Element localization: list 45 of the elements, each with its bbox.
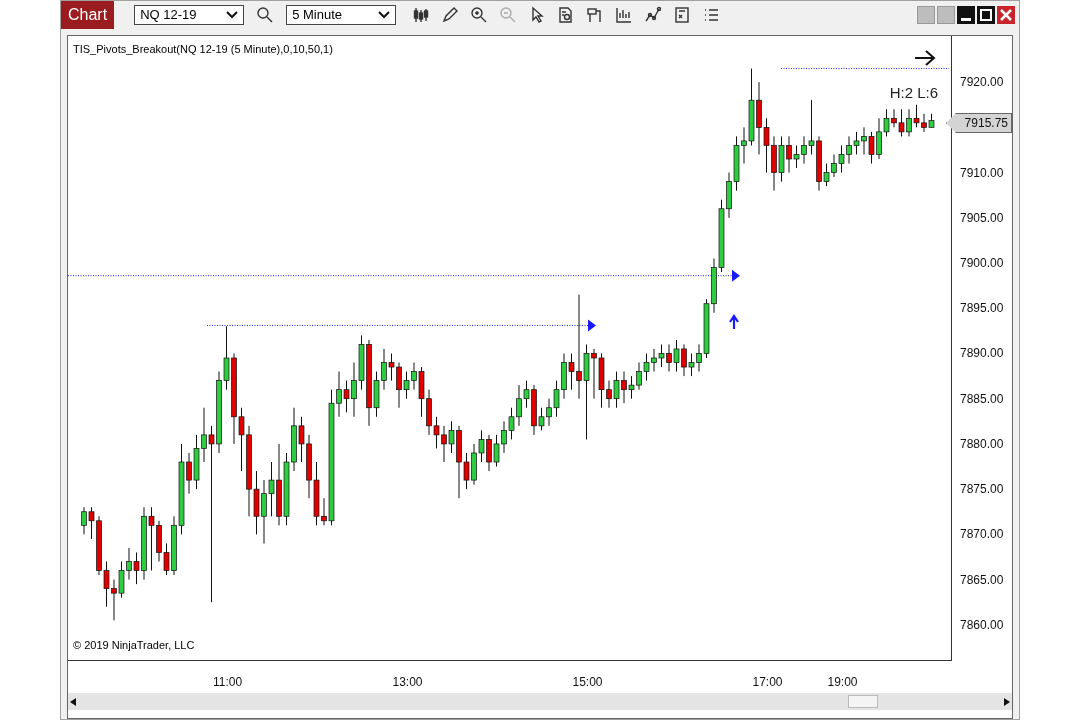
copyright-text: © 2019 NinjaTrader, LLC (73, 637, 195, 653)
bar-chart-icon[interactable] (615, 6, 634, 24)
price-label: 7905.00 (960, 210, 1004, 225)
close-icon[interactable] (997, 6, 1015, 24)
scroll-left-icon[interactable] (70, 697, 76, 706)
pencil-icon[interactable] (441, 6, 460, 24)
time-label: 17:00 (752, 674, 783, 691)
time-label: 19:00 (827, 674, 858, 691)
price-label: 7865.00 (960, 572, 1004, 587)
indicator-label: TIS_Pivots_Breakout(NQ 12-19 (5 Minute),0,10,50,1) (73, 42, 333, 57)
price-label: 7885.00 (960, 391, 1004, 406)
up-arrow-icon (728, 314, 740, 331)
time-label: 11:00 (212, 674, 243, 691)
candlestick-icon[interactable] (412, 6, 431, 24)
price-label: 7860.00 (960, 617, 1004, 632)
price-label: 7920.00 (960, 75, 1004, 90)
chevron-icon (378, 11, 391, 19)
zoom-in-icon[interactable] (470, 6, 489, 24)
instrument-dropdown[interactable]: NQ 12-19 (134, 5, 245, 25)
line-chart-icon[interactable] (644, 6, 663, 24)
chevron-icon (226, 11, 239, 19)
minimize-icon[interactable] (957, 6, 975, 24)
triangle-marker-icon (732, 269, 740, 282)
price-label: 7910.00 (960, 165, 1004, 180)
scrollbar-thumb[interactable] (848, 695, 878, 708)
calculator-icon[interactable] (673, 6, 692, 24)
horizontal-scrollbar[interactable] (68, 693, 1012, 710)
interval-dropdown[interactable]: 5 Minute (286, 5, 397, 25)
maximize-icon[interactable] (977, 6, 995, 24)
search-icon[interactable] (256, 6, 275, 24)
current-price-tag: 7915.75 (946, 113, 1012, 133)
time-label: 13:00 (392, 674, 423, 691)
window-title: Chart (61, 1, 115, 29)
price-label: 7895.00 (960, 301, 1004, 316)
price-label: 7890.00 (960, 346, 1004, 361)
arrow-right-icon (914, 49, 936, 67)
pivot-label: H:2 L:6 (889, 83, 938, 103)
time-label: 15:00 (572, 674, 603, 691)
price-label: 7880.00 (960, 436, 1004, 451)
scroll-right-icon[interactable] (1004, 697, 1010, 706)
price-label: 7900.00 (960, 256, 1004, 270)
list-icon[interactable] (702, 6, 721, 24)
price-label: 7870.00 (960, 527, 1004, 542)
triangle-marker-icon (588, 319, 596, 332)
price-label: 7875.00 (960, 482, 1004, 497)
